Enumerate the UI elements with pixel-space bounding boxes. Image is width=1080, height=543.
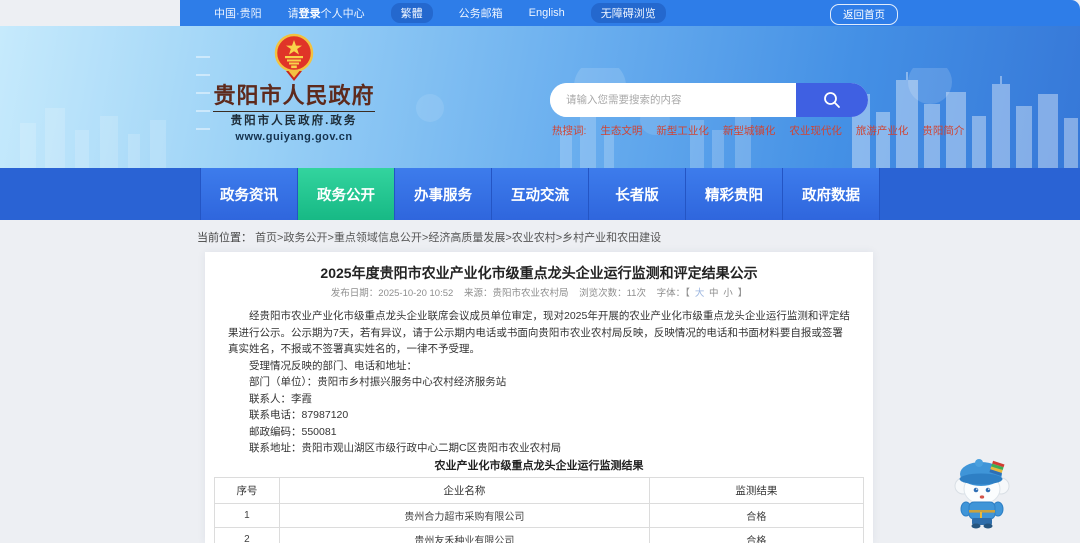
font-size-label: 字体：【: [656, 288, 690, 299]
cell-company: 贵州合力超市采购有限公司: [278, 502, 650, 528]
main-nav-strip: 政务资讯 政务公开 办事服务 互动交流 长者版 精彩贵阳 政府数据: [0, 168, 1080, 220]
hot-search-words: 热搜词: 生态文明 新型工业化 新型城镇化 农业现代化 旅游产业化 贵阳简介: [552, 123, 964, 138]
nav-item-hudong-jiaoliu[interactable]: 互动交流: [492, 168, 589, 220]
header-seq: 序号: [214, 476, 280, 504]
city-skyline-decoration: [20, 68, 1078, 168]
traditional-chinese-link[interactable]: 繁體: [390, 3, 433, 23]
search-icon: [824, 92, 840, 108]
view-count: 浏览次数：11次: [579, 288, 646, 299]
cell-result: 合格: [648, 526, 865, 543]
site-name: 贵阳市人民政府: [213, 83, 375, 108]
banner-dash-decoration: [196, 40, 210, 146]
region-link[interactable]: 中国·贵阳: [214, 5, 262, 21]
table-row: 1 贵州合力超市采购有限公司 合格: [214, 502, 865, 528]
article-body: 经贵阳市农业产业化市级重点龙头企业联席会议成员单位审定，现对2025年开展的农业…: [214, 308, 864, 457]
article-source: 来源：贵阳市农业农村局: [463, 288, 569, 299]
contact-phone: 联系电话：87987120: [249, 409, 349, 421]
accessibility-link[interactable]: 无障碍浏览: [590, 3, 666, 23]
back-home-button[interactable]: 返回首页: [830, 4, 898, 25]
hot-word-link[interactable]: 贵阳简介: [922, 123, 964, 138]
contact-person: 联系人：李霞: [249, 392, 312, 405]
breadcrumb-label: 当前位置：: [197, 232, 252, 244]
nav-item-zhangzheban[interactable]: 长者版: [589, 168, 686, 220]
article-meta: 发布日期：2025-10-20 10:52 来源：贵阳市农业农村局 浏览次数：1…: [214, 287, 864, 300]
font-size-label-end: 】: [737, 288, 748, 299]
hot-word-link[interactable]: 旅游产业化: [856, 123, 909, 138]
search-box: [550, 83, 868, 117]
national-emblem-icon: [274, 33, 314, 81]
nav-item-zhengfu-shuju[interactable]: 政府数据: [783, 168, 880, 220]
mascot-widget[interactable]: [950, 450, 1014, 535]
search-button[interactable]: [796, 83, 868, 117]
site-url: www.guiyang.gov.cn: [235, 131, 353, 143]
publish-date: 发布日期：2025-10-20 10:52: [330, 288, 454, 299]
font-size-medium-button[interactable]: 中: [709, 288, 719, 299]
postal-code: 邮政编码：550081: [249, 425, 337, 438]
main-nav: 政务资讯 政务公开 办事服务 互动交流 长者版 精彩贵阳 政府数据: [200, 168, 880, 220]
nav-item-zhengwu-zixun[interactable]: 政务资讯: [200, 168, 298, 220]
contact-department: 部门（单位）：贵阳市乡村振兴服务中心农村经济服务站: [249, 376, 507, 388]
nav-item-banshi-fuwu[interactable]: 办事服务: [395, 168, 492, 220]
hot-word-link[interactable]: 生态文明: [600, 123, 642, 138]
article-card: 2025年度贵阳市农业产业化市级重点龙头企业运行监测和评定结果公示 发布日期：2…: [205, 252, 873, 543]
page-title: 2025年度贵阳市农业产业化市级重点龙头企业运行监测和评定结果公示: [320, 265, 758, 281]
cell-seq: 2: [214, 526, 280, 543]
nav-item-jingcai-guiyang[interactable]: 精彩贵阳: [686, 168, 783, 220]
site-logo: 贵阳市人民政府 贵阳市人民政府.政务 www.guiyang.gov.cn: [213, 32, 375, 144]
guiyang-mascot-icon: [954, 459, 1010, 529]
table-caption: 农业产业化市级重点龙头企业运行监测结果: [434, 459, 644, 472]
hot-word-link[interactable]: 农业现代化: [789, 123, 842, 138]
font-size-large-button[interactable]: 大: [695, 288, 705, 299]
cell-result: 合格: [648, 502, 865, 528]
nav-item-zhengwu-gongkai[interactable]: 政务公开: [298, 168, 395, 220]
cell-seq: 1: [214, 502, 280, 528]
official-mail-link[interactable]: 公务邮箱: [459, 5, 503, 21]
hot-word-link[interactable]: 新型工业化: [656, 123, 709, 138]
site-subtitle: 贵阳市人民政府.政务: [230, 115, 358, 127]
contact-address: 联系地址：贵阳市观山湖区市级行政中心二期C区贵阳市农业农村局: [249, 442, 562, 454]
font-size-small-button[interactable]: 小: [723, 288, 733, 299]
cell-company: 贵州友禾种业有限公司: [278, 526, 650, 543]
top-utility-bar: 中国·贵阳 请登录个人中心 繁體 公务邮箱 English 无障碍浏览 返回首页: [180, 0, 1080, 26]
table-header-row: 序号 企业名称 监测结果: [214, 476, 865, 504]
login-suffix: 个人中心: [320, 8, 365, 20]
breadcrumb: 当前位置： 首页>政务公开>重点领域信息公开>经济高质量发展>农业农村>乡村产业…: [197, 229, 661, 245]
site-banner: 贵阳市人民政府 贵阳市人民政府.政务 www.guiyang.gov.cn 热搜…: [0, 26, 1080, 168]
monitoring-result-table: 序号 企业名称 监测结果 1 贵州合力超市采购有限公司 合格 2 贵州友禾种业有…: [214, 476, 865, 543]
table-row: 2 贵州友禾种业有限公司 合格: [214, 526, 865, 543]
header-result: 监测结果: [648, 476, 865, 504]
header-company: 企业名称: [278, 476, 650, 504]
search-input[interactable]: [550, 83, 796, 117]
hot-words-label: 热搜词:: [552, 125, 587, 137]
hot-word-link[interactable]: 新型城镇化: [723, 123, 776, 138]
login-prefix: 请: [287, 8, 299, 20]
article-paragraph: 受理情况反映的部门、电话和地址：: [249, 359, 417, 372]
english-link[interactable]: English: [529, 7, 565, 19]
article-paragraph: 经贵阳市农业产业化市级重点龙头企业联席会议成员单位审定，现对2025年开展的农业…: [228, 310, 850, 355]
breadcrumb-path[interactable]: 首页>政务公开>重点领域信息公开>经济高质量发展>农业农村>乡村产业和农田建设: [255, 232, 661, 244]
login-link[interactable]: 请登录个人中心: [288, 5, 365, 21]
login-strong: 登录: [298, 8, 321, 20]
logo-divider: [213, 111, 375, 112]
